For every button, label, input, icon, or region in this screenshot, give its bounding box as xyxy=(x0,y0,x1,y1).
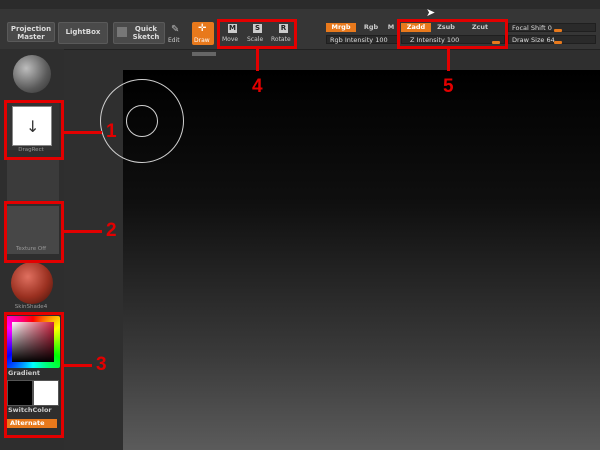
document-header xyxy=(64,50,600,70)
mrgb-button[interactable]: Mrgb xyxy=(326,23,356,32)
draw-icon: ✛ xyxy=(198,23,207,34)
draw-size-knob[interactable] xyxy=(554,41,562,44)
brush-sphere-icon xyxy=(13,55,51,93)
lightbox-button[interactable]: LightBox xyxy=(58,22,108,44)
top-toolbar: Projection Master LightBox Quick Sketch … xyxy=(0,9,600,50)
mouse-pointer-icon: ➤ xyxy=(426,6,436,19)
menu-bar: AlphaBrushBrushesColorDocumentDrawEditFi… xyxy=(0,0,600,9)
canvas[interactable] xyxy=(123,70,600,450)
projection-master-button[interactable]: Projection Master xyxy=(7,22,55,42)
callout-box-1 xyxy=(4,100,64,160)
callout-line-5 xyxy=(447,49,450,71)
draw-button[interactable]: ✛ Draw xyxy=(192,22,214,45)
callout-label-3: 3 xyxy=(96,354,107,375)
brush-cursor-inner xyxy=(126,105,158,137)
callout-label-1: 1 xyxy=(106,121,117,142)
material-slot[interactable] xyxy=(7,260,59,308)
draw-label: Draw xyxy=(194,37,210,44)
rgb-button[interactable]: Rgb xyxy=(360,23,382,32)
quick-sketch-button[interactable]: Quick Sketch xyxy=(113,22,165,44)
focal-shift-slider[interactable]: Focal Shift 0 xyxy=(508,23,596,32)
callout-label-4: 4 xyxy=(252,76,263,97)
brush-slot[interactable] xyxy=(7,53,59,95)
m-button[interactable]: M xyxy=(386,23,396,32)
focal-shift-label: Focal Shift 0 xyxy=(512,24,552,32)
sketch-icon xyxy=(117,27,127,37)
quick-sketch-label: Quick Sketch xyxy=(132,25,160,41)
edit-label: Edit xyxy=(168,37,180,44)
callout-line-1 xyxy=(64,131,102,134)
draw-size-slider[interactable]: Draw Size 64 xyxy=(508,35,596,44)
rgb-intensity-slider[interactable]: Rgb Intensity 100 xyxy=(326,35,398,44)
callout-box-4 xyxy=(217,19,297,49)
material-label: SkinShade4 xyxy=(14,304,48,310)
callout-label-2: 2 xyxy=(106,220,117,241)
edit-button[interactable]: ✎ Edit xyxy=(166,23,186,45)
callout-box-5 xyxy=(397,19,508,49)
callout-label-5: 5 xyxy=(443,76,454,97)
callout-line-3 xyxy=(64,364,92,367)
document-scrollbar[interactable] xyxy=(192,52,216,56)
callout-line-4 xyxy=(256,49,259,71)
material-sphere-icon xyxy=(11,262,53,304)
callout-line-2 xyxy=(64,230,102,233)
edit-icon: ✎ xyxy=(171,24,180,35)
stroke-slot[interactable] xyxy=(7,158,59,201)
draw-size-label: Draw Size 64 xyxy=(512,36,555,44)
callout-box-2 xyxy=(4,201,64,263)
callout-box-3 xyxy=(4,312,64,438)
focal-shift-knob[interactable] xyxy=(554,29,562,32)
rgb-intensity-label: Rgb Intensity 100 xyxy=(330,36,388,44)
